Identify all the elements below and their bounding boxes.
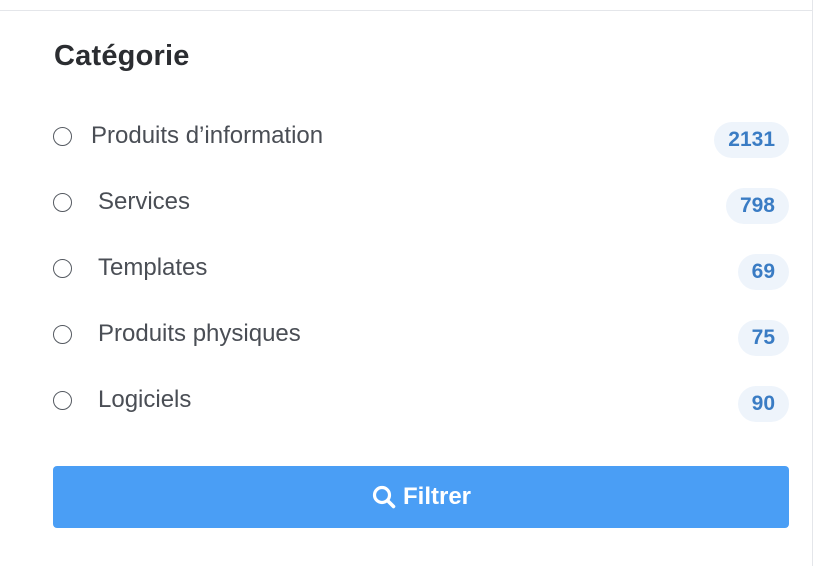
category-count-badge: 2131 [714, 122, 789, 158]
category-label: Services [98, 188, 191, 215]
category-label: Produits physiques [98, 320, 301, 347]
top-divider [0, 10, 812, 11]
filter-button-label: Filtrer [402, 483, 471, 510]
radio-button[interactable] [53, 325, 72, 344]
category-label: Templates [98, 254, 208, 281]
category-option-services[interactable]: Services 798 [53, 186, 789, 226]
right-divider [812, 0, 813, 566]
category-count-badge: 75 [737, 320, 789, 356]
category-option-templates[interactable]: Templates 69 [53, 252, 789, 292]
category-option-produits-information[interactable]: Produits d’information 2131 [53, 120, 789, 160]
category-label: Produits d’information [91, 122, 324, 149]
radio-button[interactable] [53, 259, 72, 278]
radio-button[interactable] [53, 127, 72, 146]
radio-button[interactable] [53, 193, 72, 212]
search-icon [372, 485, 396, 509]
category-count-badge: 798 [725, 188, 789, 224]
category-count-badge: 90 [737, 386, 789, 422]
category-filter-panel: Catégorie Produits d’information 2131 Se… [0, 0, 820, 566]
category-count-badge: 69 [737, 254, 789, 290]
category-label: Logiciels [98, 386, 192, 413]
category-option-produits-physiques[interactable]: Produits physiques 75 [53, 318, 789, 358]
radio-button[interactable] [53, 391, 72, 410]
filter-title: Catégorie [54, 40, 190, 72]
filter-button[interactable]: Filtrer [53, 466, 789, 528]
category-option-logiciels[interactable]: Logiciels 90 [53, 384, 789, 424]
